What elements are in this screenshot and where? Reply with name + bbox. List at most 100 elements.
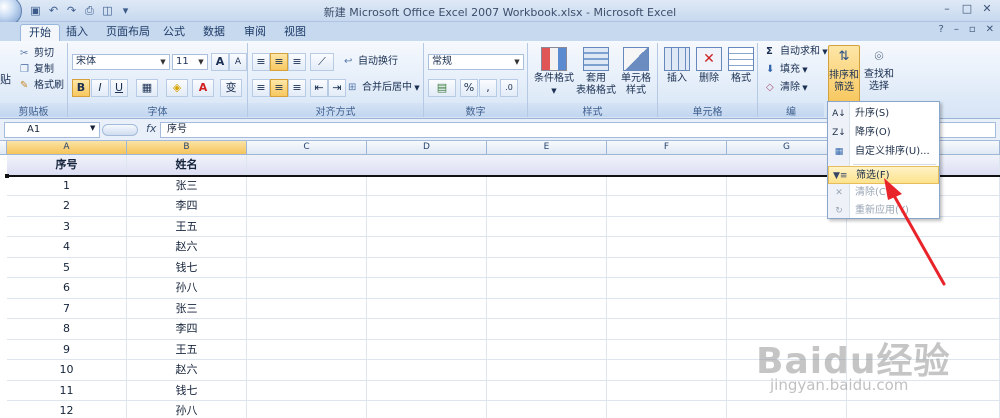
table-cell-empty[interactable] [247,360,367,381]
select-all-corner[interactable] [0,141,7,155]
fill-button[interactable]: ⬇ 填充 ▼ [766,63,808,77]
table-cell-seq[interactable]: 8 [7,319,127,340]
table-cell-name[interactable]: 赵六 [127,360,247,381]
table-cell-empty[interactable] [247,175,367,196]
table-cell-empty[interactable] [367,216,487,237]
orientation-button[interactable]: ⟋ [310,53,334,71]
table-cell-empty[interactable] [607,401,727,418]
tab-formulas[interactable]: 公式 [155,24,193,41]
table-cell-empty[interactable] [727,237,847,258]
maximize-icon[interactable]: □ [960,2,974,16]
comma-button[interactable]: , [479,79,497,97]
table-cell-empty[interactable] [247,298,367,319]
table-cell-empty[interactable] [607,278,727,299]
align-right-button[interactable]: ≡ [288,79,306,97]
format-as-table-button[interactable]: 套用 表格格式 [576,47,616,97]
menu-item-filter[interactable]: ▼≡ 筛选(F) [828,166,939,184]
table-cell-seq[interactable]: 12 [7,401,127,418]
table-cell-empty[interactable] [247,196,367,217]
table-cell-empty[interactable] [487,175,607,196]
table-cell-empty[interactable] [727,257,847,278]
table-cell-empty[interactable] [487,360,607,381]
autosum-button[interactable]: Σ 自动求和 ▼ [766,45,828,59]
tab-review[interactable]: 审阅 [236,24,274,41]
table-cell-empty[interactable] [607,216,727,237]
column-header-a[interactable]: A [7,141,127,155]
menu-item-sort-descending[interactable]: Z↓ 降序(O) [828,124,939,142]
conditional-format-button[interactable]: 条件格式 ▼ [532,47,576,97]
table-cell-empty[interactable] [367,257,487,278]
tab-insert[interactable]: 插入 [58,24,96,41]
tab-data[interactable]: 数据 [195,24,233,41]
table-cell-seq[interactable]: 1 [7,175,127,196]
table-cell-name[interactable]: 孙八 [127,401,247,418]
menu-item-clear[interactable]: ✕ 清除(C) [828,184,939,202]
table-cell-empty[interactable] [247,278,367,299]
format-cells-button[interactable]: 格式 [726,47,756,85]
table-cell-empty[interactable] [727,298,847,319]
currency-button[interactable]: ▤ [428,79,456,97]
table-cell-name[interactable]: 李四 [127,196,247,217]
table-cell-empty[interactable] [487,237,607,258]
table-cell-name[interactable]: 钱七 [127,380,247,401]
number-format-combo[interactable]: 常规 ▼ [428,54,524,70]
close-icon[interactable]: ✕ [980,2,994,16]
grow-font-button[interactable]: A [211,53,229,71]
align-top-button[interactable]: ≡ [252,53,270,71]
ribbon-minimize-icon[interactable]: – [954,24,959,35]
table-cell-empty[interactable] [727,278,847,299]
increase-indent-button[interactable]: ⇥ [328,79,346,97]
bold-button[interactable]: B [72,79,90,97]
table-cell-empty[interactable] [367,339,487,360]
table-cell-empty[interactable] [247,339,367,360]
table-cell-empty[interactable] [367,360,487,381]
selection-handle[interactable] [5,173,9,178]
table-cell-empty[interactable] [607,319,727,340]
table-cell-empty[interactable] [487,401,607,418]
table-cell-name[interactable]: 张三 [127,298,247,319]
cut-button[interactable]: ✂ 剪切 [20,47,54,61]
font-name-combo[interactable]: 宋体 ▼ [72,54,170,70]
column-header-f[interactable]: F [607,141,727,155]
table-cell-name[interactable]: 李四 [127,319,247,340]
table-cell-empty[interactable] [487,196,607,217]
table-cell-empty[interactable] [367,196,487,217]
tab-home[interactable]: 开始 [20,24,60,41]
insert-function-button[interactable]: fx [146,122,156,135]
table-cell-empty[interactable] [847,401,1000,418]
table-cell-empty[interactable] [847,257,1000,278]
table-cell-empty[interactable] [367,319,487,340]
table-cell-empty[interactable] [847,298,1000,319]
table-cell-empty[interactable] [847,278,1000,299]
table-cell-empty[interactable] [487,257,607,278]
wrap-text-button[interactable]: ↩ 自动换行 [344,55,398,69]
cell-styles-button[interactable]: 单元格 样式 [616,47,656,97]
table-cell-seq[interactable]: 5 [7,257,127,278]
tab-page-layout[interactable]: 页面布局 [98,24,158,41]
table-cell-empty[interactable] [487,380,607,401]
column-header-e[interactable]: E [487,141,607,155]
table-cell-name[interactable]: 孙八 [127,278,247,299]
copy-button[interactable]: ❐ 复制 [20,63,54,77]
help-icon[interactable]: ? [939,24,944,35]
name-box[interactable]: A1 [4,122,100,138]
percent-button[interactable]: % [460,79,478,97]
font-color-button[interactable]: A [192,79,214,97]
column-header-d[interactable]: D [367,141,487,155]
table-cell-empty[interactable] [607,298,727,319]
menu-item-custom-sort[interactable]: ▦ 自定义排序(U)... [828,143,939,161]
align-middle-button[interactable]: ≡ [270,53,288,71]
menu-item-sort-ascending[interactable]: A↓ 升序(S) [828,105,939,123]
table-cell-seq[interactable]: 10 [7,360,127,381]
table-cell-empty[interactable] [247,237,367,258]
table-cell-seq[interactable]: 7 [7,298,127,319]
column-header-b[interactable]: B [127,141,247,155]
table-cell-empty[interactable] [487,319,607,340]
clear-button[interactable]: ◇ 清除 ▼ [766,81,808,95]
table-cell-name[interactable]: 赵六 [127,237,247,258]
underline-button[interactable]: U [110,79,128,97]
table-cell-name[interactable]: 王五 [127,339,247,360]
table-cell-seq[interactable]: 2 [7,196,127,217]
border-button[interactable]: ▦ [136,79,158,97]
table-cell-empty[interactable] [247,216,367,237]
